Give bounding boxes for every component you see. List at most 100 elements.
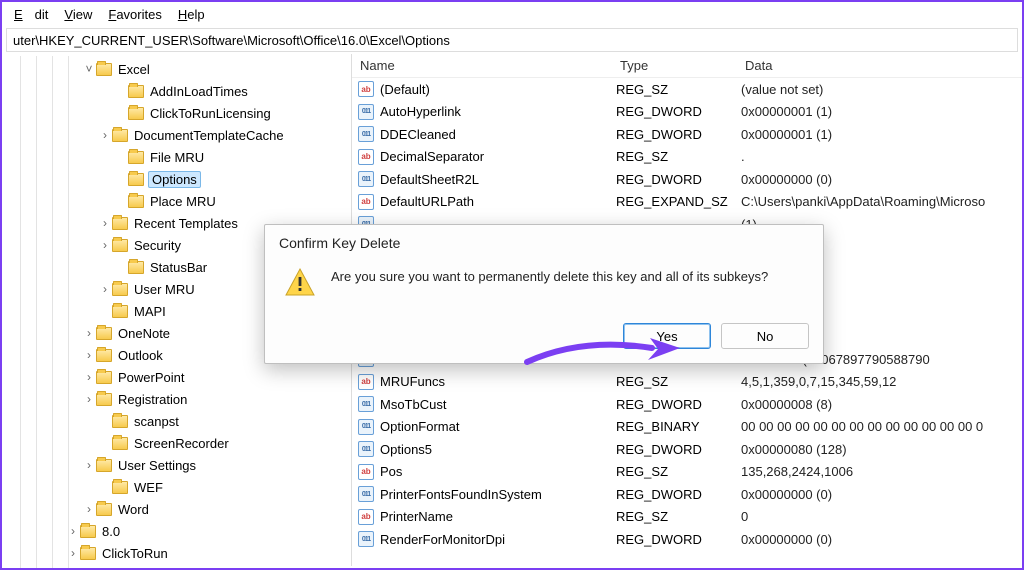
col-name[interactable]: Name [352, 58, 612, 73]
binary-icon: 011 [358, 104, 374, 120]
tree-item-options[interactable]: Options [2, 168, 351, 190]
expand-icon[interactable]: › [98, 128, 112, 142]
folder-icon [112, 481, 128, 494]
expand-icon[interactable]: › [82, 326, 96, 340]
folder-icon [96, 63, 112, 76]
expand-icon[interactable]: › [98, 216, 112, 230]
value-row[interactable]: 011PrinterFontsFoundInSystemREG_DWORD0x0… [352, 483, 1022, 506]
value-data: 4,5,1,359,0,7,15,345,59,12 [741, 374, 1022, 389]
expand-icon[interactable]: › [82, 348, 96, 362]
expand-icon[interactable]: › [66, 546, 80, 560]
value-row[interactable]: abDefaultURLPathREG_EXPAND_SZC:\Users\pa… [352, 191, 1022, 214]
tree-item-label: ScreenRecorder [132, 436, 231, 451]
col-type[interactable]: Type [612, 58, 737, 73]
string-icon: ab [358, 509, 374, 525]
value-row[interactable]: abPrinterNameREG_SZ0 [352, 506, 1022, 529]
menu-view[interactable]: View [58, 5, 98, 24]
value-row[interactable]: 011AutoHyperlinkREG_DWORD0x00000001 (1) [352, 101, 1022, 124]
value-data: 0x00000008 (8) [741, 397, 1022, 412]
column-headers[interactable]: Name Type Data [352, 54, 1022, 78]
menu-bar: Edit View Favorites Help [2, 2, 1022, 26]
tree-item-place-mru[interactable]: Place MRU [2, 190, 351, 212]
value-row[interactable]: abPosREG_SZ135,268,2424,1006 [352, 461, 1022, 484]
menu-help[interactable]: Help [172, 5, 211, 24]
value-row[interactable]: abDecimalSeparatorREG_SZ. [352, 146, 1022, 169]
binary-icon: 011 [358, 419, 374, 435]
string-icon: ab [358, 194, 374, 210]
value-type: REG_BINARY [616, 419, 741, 434]
tree-item-registration[interactable]: › Registration [2, 388, 351, 410]
string-icon: ab [358, 464, 374, 480]
menu-favorites[interactable]: Favorites [102, 5, 167, 24]
expand-icon[interactable]: › [66, 524, 80, 538]
tree-item-label: PowerPoint [116, 370, 186, 385]
tree-item-excel[interactable]: ˅ Excel [2, 58, 351, 80]
confirm-dialog: Confirm Key Delete Are you sure you want… [264, 224, 824, 364]
tree-item-clicktorun[interactable]: › ClickToRun [2, 542, 351, 564]
expand-icon[interactable]: › [98, 282, 112, 296]
value-row[interactable]: 011DDECleanedREG_DWORD0x00000001 (1) [352, 123, 1022, 146]
yes-button[interactable]: Yes [623, 323, 711, 349]
tree-item-powerpoint[interactable]: › PowerPoint [2, 366, 351, 388]
value-name: (Default) [380, 82, 616, 97]
expand-icon[interactable]: › [82, 392, 96, 406]
value-type: REG_SZ [616, 149, 741, 164]
expand-icon[interactable]: › [82, 370, 96, 384]
folder-icon [112, 305, 128, 318]
tree-item-label: Options [148, 171, 201, 188]
value-type: REG_SZ [616, 374, 741, 389]
tree-item-label: ClickToRunLicensing [148, 106, 273, 121]
tree-item-label: ClickToRun [100, 546, 170, 561]
folder-icon [80, 547, 96, 560]
value-row[interactable]: 011RenderForMonitorDpiREG_DWORD0x0000000… [352, 528, 1022, 551]
tree-item-file-mru[interactable]: File MRU [2, 146, 351, 168]
binary-icon: 011 [358, 171, 374, 187]
string-icon: ab [358, 149, 374, 165]
tree-item-label: Recent Templates [132, 216, 240, 231]
tree-item-addinloadtimes[interactable]: AddInLoadTimes [2, 80, 351, 102]
folder-icon [128, 151, 144, 164]
value-type: REG_DWORD [616, 397, 741, 412]
address-bar[interactable]: uter\HKEY_CURRENT_USER\Software\Microsof… [6, 28, 1018, 52]
folder-icon [96, 393, 112, 406]
value-row[interactable]: 011Options5REG_DWORD0x00000080 (128) [352, 438, 1022, 461]
folder-icon [96, 349, 112, 362]
value-row[interactable]: 011DefaultSheetR2LREG_DWORD0x00000000 (0… [352, 168, 1022, 191]
value-row[interactable]: 011OptionFormatREG_BINARY00 00 00 00 00 … [352, 416, 1022, 439]
value-row[interactable]: ab(Default)REG_SZ(value not set) [352, 78, 1022, 101]
menu-edit[interactable]: Edit [8, 5, 54, 24]
warning-icon [283, 267, 315, 297]
value-row[interactable]: 011MsoTbCustREG_DWORD0x00000008 (8) [352, 393, 1022, 416]
tree-item-label: WEF [132, 480, 165, 495]
tree-item-8.0[interactable]: ›8.0 [2, 520, 351, 542]
col-data[interactable]: Data [737, 58, 1022, 73]
tree-item-scanpst[interactable]: scanpst [2, 410, 351, 432]
tree-item-wef[interactable]: WEF [2, 476, 351, 498]
value-data: 135,268,2424,1006 [741, 464, 1022, 479]
folder-icon [96, 503, 112, 516]
tree-item-documenttemplatecache[interactable]: ›DocumentTemplateCache [2, 124, 351, 146]
binary-icon: 011 [358, 396, 374, 412]
folder-icon [96, 327, 112, 340]
tree-item-word[interactable]: ›Word [2, 498, 351, 520]
expand-icon[interactable]: › [82, 458, 96, 472]
expand-icon[interactable]: ˅ [82, 62, 96, 76]
value-data: 0x00000000 (0) [741, 487, 1022, 502]
binary-icon: 011 [358, 441, 374, 457]
binary-icon: 011 [358, 126, 374, 142]
tree-item-label: AddInLoadTimes [148, 84, 250, 99]
tree-item-label: Excel [116, 62, 152, 77]
value-name: DDECleaned [380, 127, 616, 142]
value-row[interactable]: abMRUFuncsREG_SZ4,5,1,359,0,7,15,345,59,… [352, 371, 1022, 394]
tree-item-user-settings[interactable]: ›User Settings [2, 454, 351, 476]
tree-item-clicktorunlicensing[interactable]: ClickToRunLicensing [2, 102, 351, 124]
tree-item-common[interactable]: ›Common [2, 564, 351, 566]
no-button[interactable]: No [721, 323, 809, 349]
expand-icon[interactable]: › [82, 502, 96, 516]
expand-icon[interactable]: › [98, 238, 112, 252]
string-icon: ab [358, 81, 374, 97]
string-icon: ab [358, 374, 374, 390]
tree-item-screenrecorder[interactable]: ScreenRecorder [2, 432, 351, 454]
binary-icon: 011 [358, 486, 374, 502]
tree-item-label: Registration [116, 392, 189, 407]
